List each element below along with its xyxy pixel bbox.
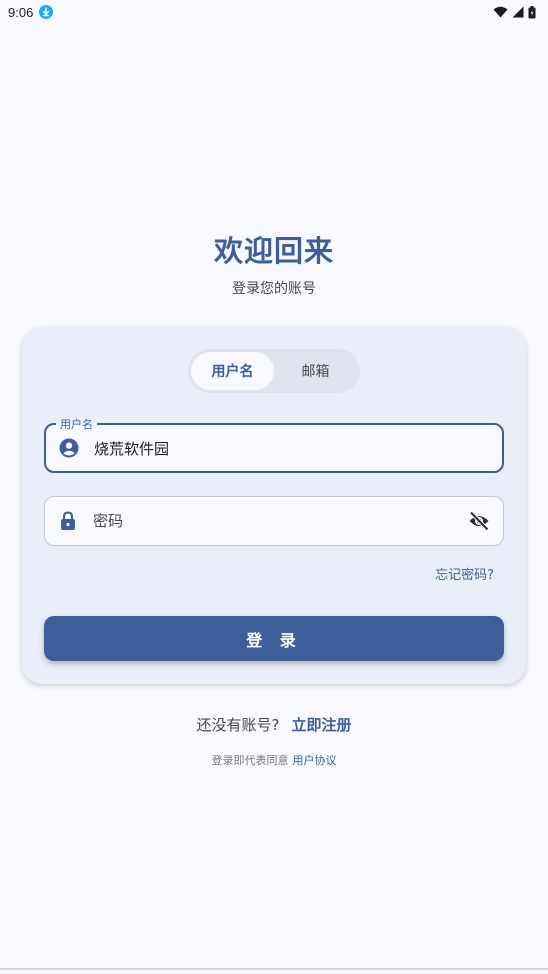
password-field[interactable]	[44, 496, 504, 546]
register-row: 还没有账号? 立即注册	[0, 714, 548, 735]
register-prompt: 还没有账号?	[196, 716, 280, 734]
register-link[interactable]: 立即注册	[291, 714, 351, 735]
username-field-label: 用户名	[56, 416, 97, 432]
visibility-off-icon[interactable]	[467, 509, 491, 533]
page-subtitle: 登录您的账号	[232, 281, 316, 297]
tab-username[interactable]: 用户名	[191, 352, 274, 390]
account-circle-icon	[58, 437, 80, 459]
status-right	[493, 5, 536, 19]
username-field[interactable]: 用户名 烧荒软件园	[44, 416, 504, 473]
agreement-row: 登录即代表同意 用户协议	[0, 752, 548, 768]
page-title: 欢迎回来	[213, 234, 334, 268]
navigation-bar-line	[0, 968, 548, 970]
download-icon	[39, 5, 54, 19]
status-time: 9:06	[8, 4, 34, 20]
status-bar: 9:06	[0, 0, 548, 24]
username-input[interactable]: 烧荒软件园	[94, 438, 490, 459]
status-left: 9:06	[8, 4, 54, 20]
user-agreement-link[interactable]: 用户协议	[293, 752, 337, 768]
wifi-icon	[493, 6, 508, 18]
login-type-tabs: 用户名 邮箱	[188, 349, 360, 393]
password-input[interactable]	[93, 512, 467, 530]
tab-email[interactable]: 邮箱	[274, 352, 357, 390]
battery-icon	[528, 5, 536, 19]
login-card: 用户名 邮箱 用户名 烧荒软件园 忘记密码? 登 录	[22, 327, 526, 684]
login-button[interactable]: 登 录	[44, 616, 504, 661]
agreement-text: 登录即代表同意	[211, 754, 289, 767]
lock-icon	[57, 510, 79, 532]
forgot-password-link[interactable]: 忘记密码?	[435, 564, 494, 583]
signal-icon	[512, 6, 524, 18]
